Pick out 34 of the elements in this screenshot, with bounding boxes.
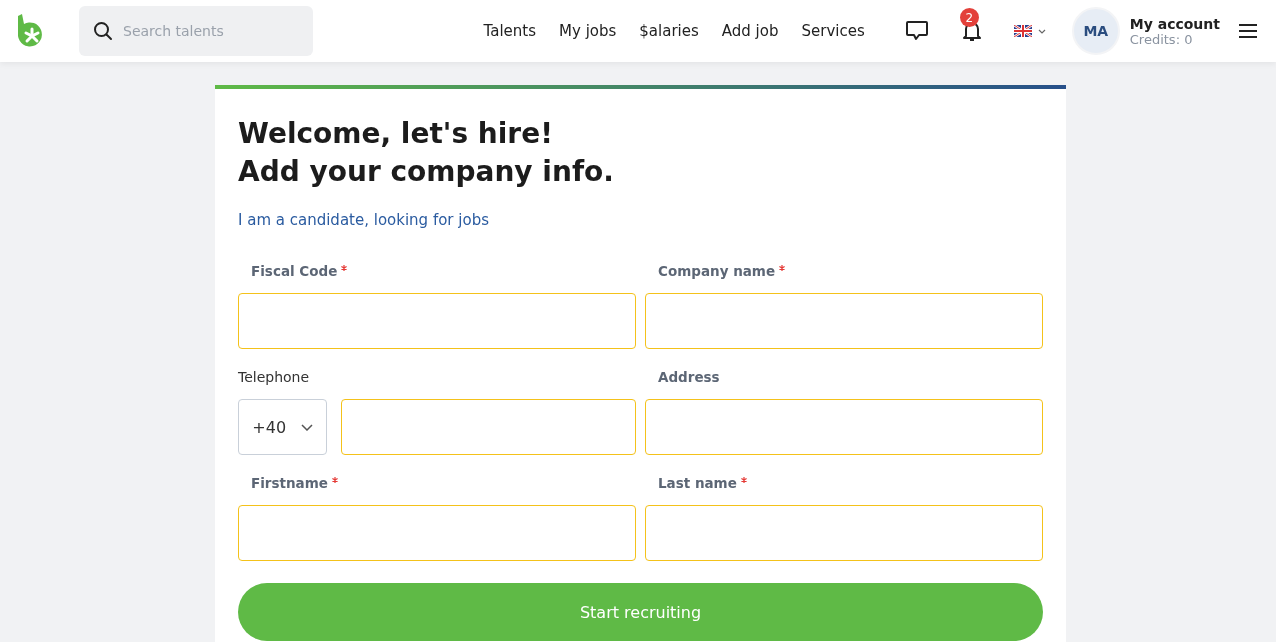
notification-badge: 2 bbox=[959, 8, 979, 27]
input-field[interactable] bbox=[645, 505, 1043, 561]
field-label: Telephone bbox=[238, 369, 310, 385]
required-icon bbox=[779, 265, 786, 271]
field-label: Fiscal Code bbox=[251, 263, 338, 279]
nav-link[interactable]: My jobs bbox=[559, 22, 617, 40]
search-field[interactable]: Search talents bbox=[79, 6, 313, 56]
field-label: Last name bbox=[658, 475, 737, 491]
nav-link[interactable]: $alaries bbox=[639, 22, 699, 40]
credits-text: Credits: 0 bbox=[1129, 31, 1194, 47]
chevron-down-icon bbox=[300, 423, 313, 431]
input-field[interactable] bbox=[341, 399, 636, 455]
nav-link[interactable]: Services bbox=[801, 22, 865, 40]
candidate-link[interactable]: I am a candidate, looking for jobs bbox=[238, 211, 1043, 229]
menu-icon[interactable] bbox=[1238, 23, 1258, 39]
required-icon bbox=[341, 265, 348, 271]
input-field[interactable] bbox=[645, 399, 1043, 455]
field-label: Firstname bbox=[251, 475, 328, 491]
input-field[interactable] bbox=[645, 293, 1043, 349]
avatar[interactable]: MA bbox=[1071, 7, 1120, 55]
input-field[interactable] bbox=[238, 293, 636, 349]
nav-link[interactable]: Talents bbox=[483, 22, 537, 40]
account-name[interactable]: My account bbox=[1129, 15, 1220, 32]
field-label: Address bbox=[658, 369, 720, 385]
field-label: Company name bbox=[658, 263, 776, 279]
form-title: Welcome, let's hire! Add your company info. bbox=[238, 116, 615, 190]
country-code-select[interactable]: +40 bbox=[238, 399, 327, 455]
nav-link[interactable]: Add job bbox=[721, 22, 779, 40]
required-icon bbox=[331, 477, 338, 483]
chevron-down-icon[interactable] bbox=[1037, 28, 1046, 34]
required-icon bbox=[740, 477, 747, 483]
input-field[interactable] bbox=[238, 505, 636, 561]
flag-icon[interactable] bbox=[1013, 25, 1032, 37]
chat-icon[interactable] bbox=[904, 20, 929, 42]
